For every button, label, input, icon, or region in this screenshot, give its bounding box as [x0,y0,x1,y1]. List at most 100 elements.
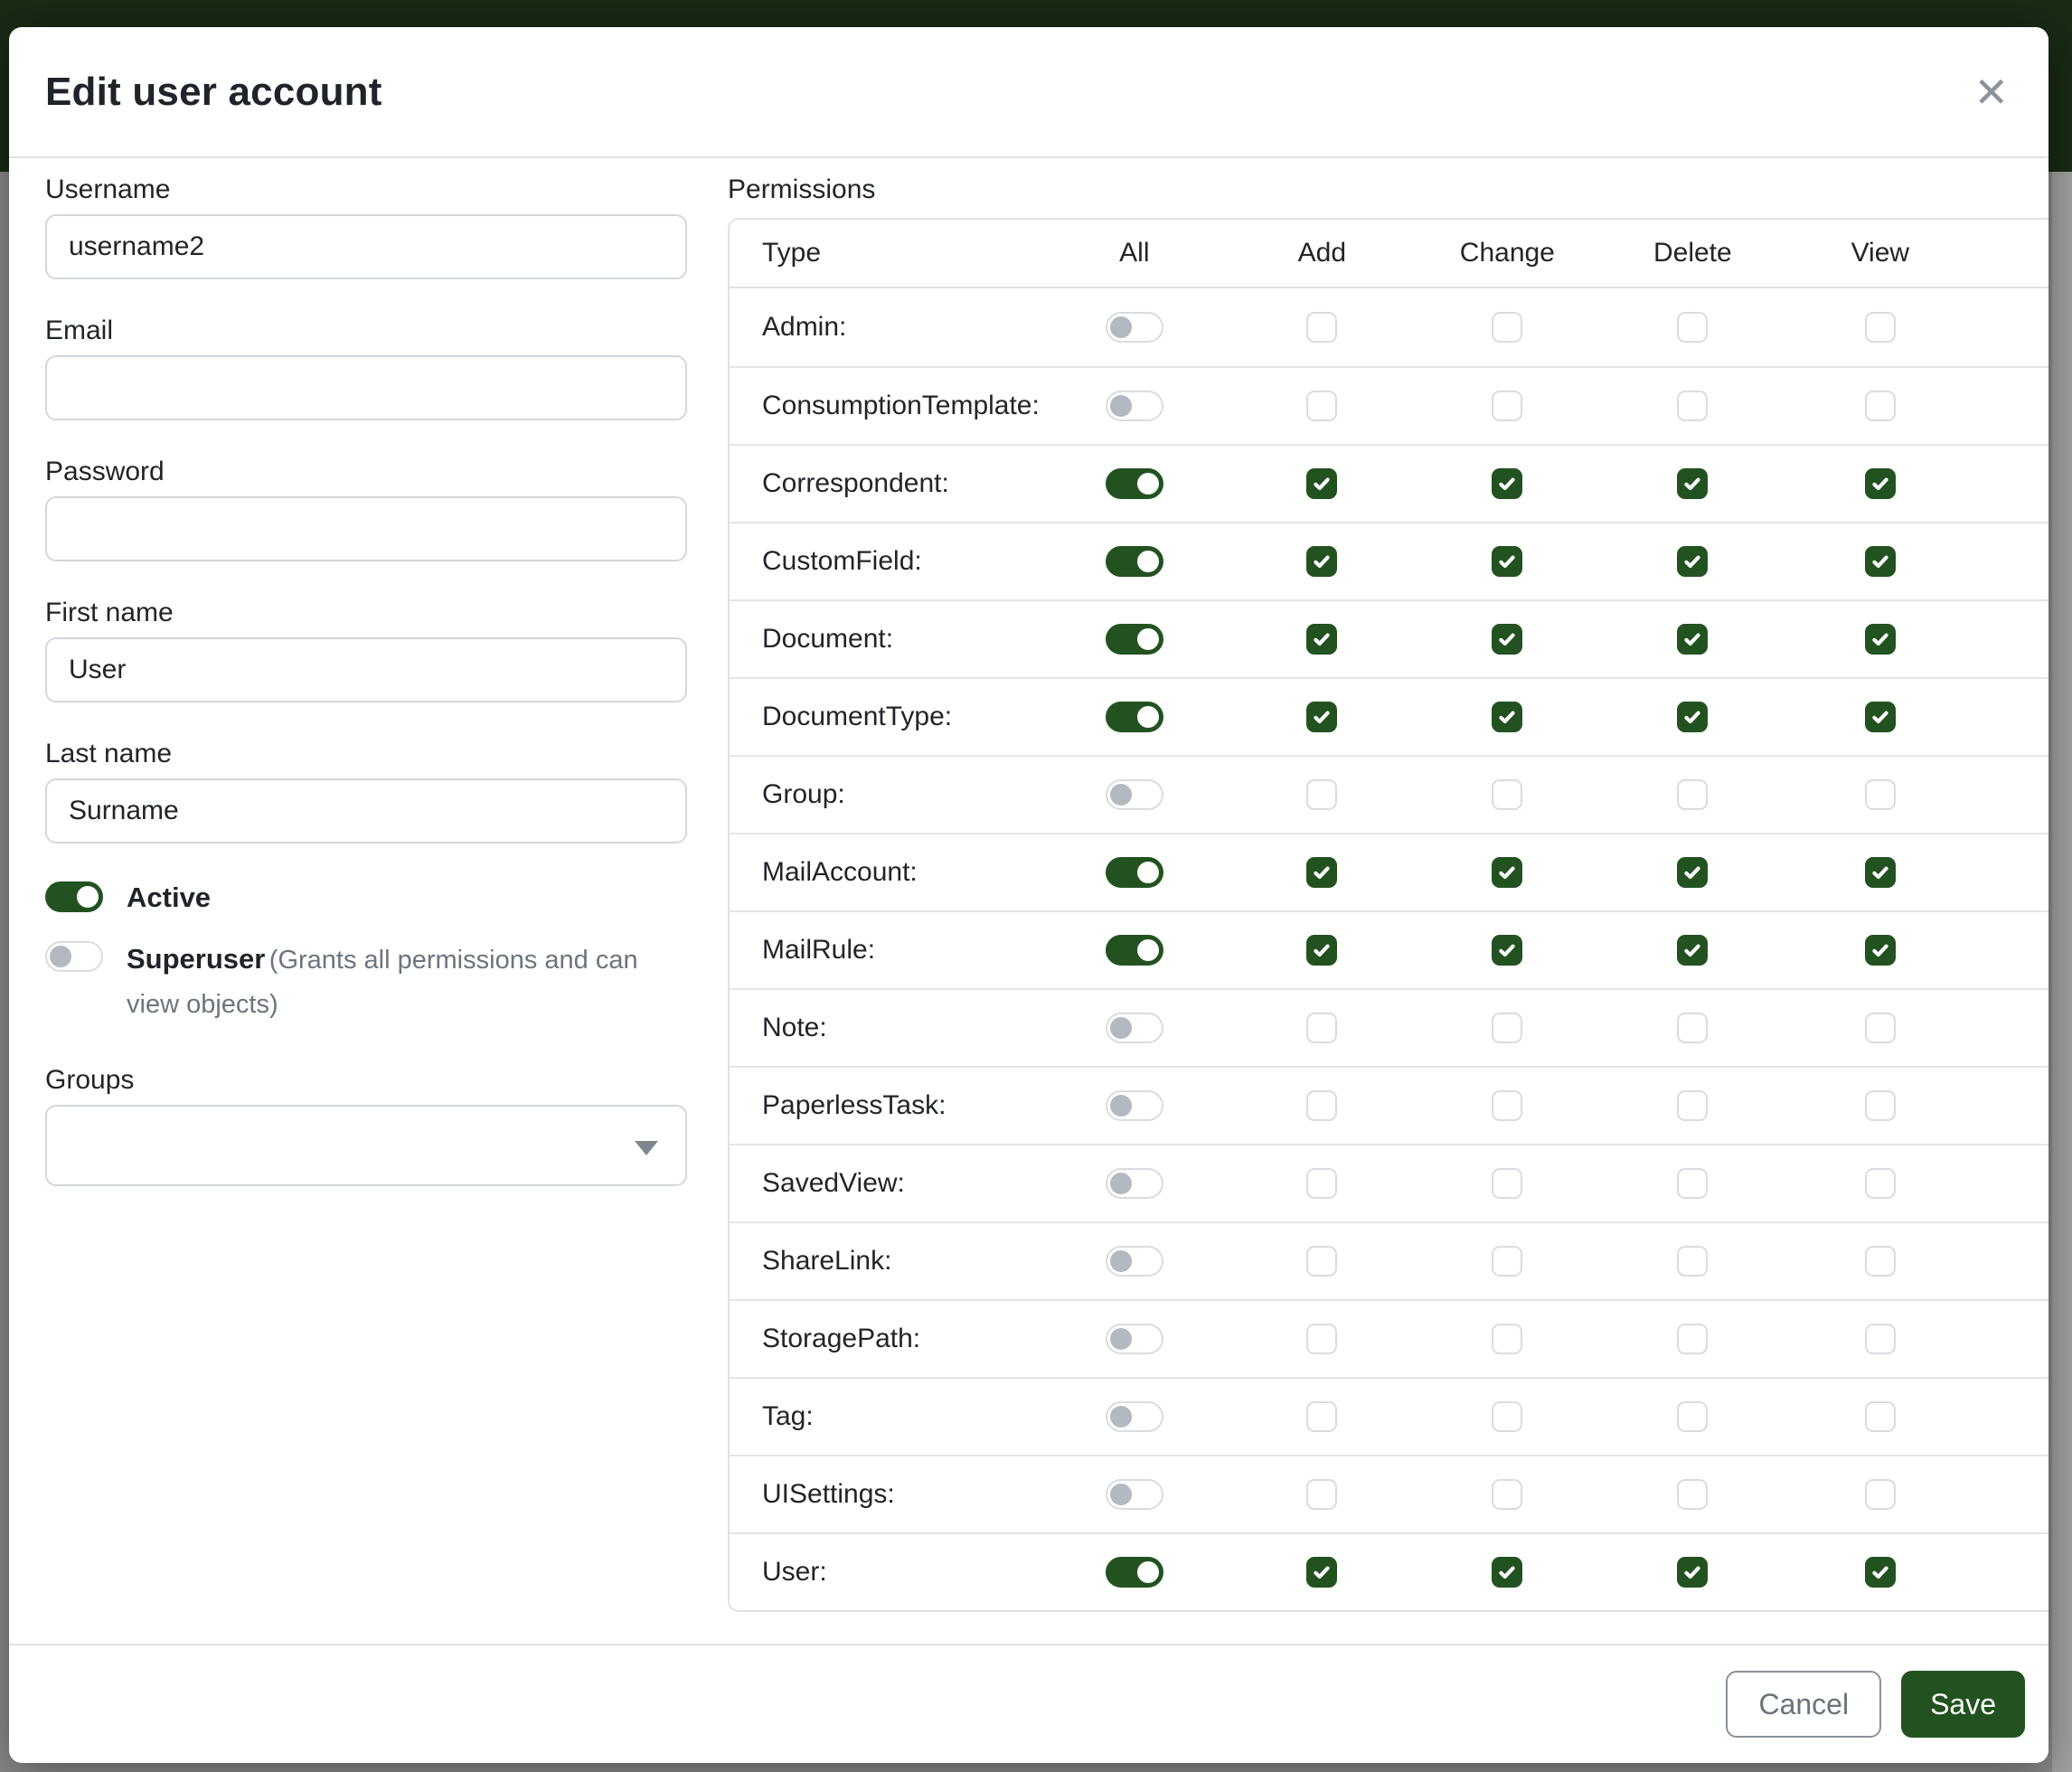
save-button[interactable]: Save [1901,1671,2025,1738]
permission-add-checkbox[interactable] [1306,624,1337,655]
permission-delete-checkbox[interactable] [1677,702,1708,732]
permission-all-toggle[interactable] [1106,312,1163,343]
permission-add-checkbox[interactable] [1306,1246,1337,1277]
permission-change-checkbox[interactable] [1492,312,1522,343]
permission-change-checkbox[interactable] [1492,391,1522,421]
permission-change-checkbox[interactable] [1492,1479,1522,1510]
permission-change-checkbox[interactable] [1492,857,1522,888]
permission-add-checkbox[interactable] [1306,1324,1337,1354]
permission-add-checkbox[interactable] [1306,468,1337,499]
permission-view-checkbox[interactable] [1865,1479,1896,1510]
permission-view-checkbox[interactable] [1865,1324,1896,1354]
permission-change-checkbox[interactable] [1492,468,1522,499]
permission-change-checkbox[interactable] [1492,1168,1522,1199]
permission-all-toggle[interactable] [1106,391,1163,421]
permission-view-checkbox[interactable] [1865,1090,1896,1121]
cancel-button[interactable]: Cancel [1726,1671,1881,1738]
permission-delete-checkbox[interactable] [1677,312,1708,343]
permission-view-checkbox[interactable] [1865,624,1896,655]
permission-change-checkbox[interactable] [1492,1246,1522,1277]
active-toggle[interactable] [45,881,103,912]
permission-view-checkbox[interactable] [1865,546,1896,577]
permission-add-checkbox[interactable] [1306,1168,1337,1199]
permission-view-checkbox[interactable] [1865,391,1896,421]
permission-view-checkbox[interactable] [1865,468,1896,499]
permission-add-checkbox[interactable] [1306,312,1337,343]
permission-change-checkbox[interactable] [1492,1401,1522,1432]
permission-add-checkbox[interactable] [1306,702,1337,732]
permission-all-toggle[interactable] [1106,935,1163,966]
permission-change-checkbox[interactable] [1492,935,1522,966]
permission-all-toggle[interactable] [1106,1246,1163,1277]
permission-add-checkbox[interactable] [1306,1013,1337,1043]
permission-change-checkbox[interactable] [1492,779,1522,810]
permission-add-checkbox[interactable] [1306,546,1337,577]
last-name-input[interactable] [45,778,687,844]
first-name-input[interactable] [45,637,687,702]
permission-add-checkbox[interactable] [1306,1479,1337,1510]
permission-view-checkbox[interactable] [1865,702,1896,732]
permission-view-checkbox[interactable] [1865,935,1896,966]
permission-all-toggle[interactable] [1106,546,1163,577]
permission-all-toggle[interactable] [1106,1557,1163,1588]
permission-add-checkbox[interactable] [1306,935,1337,966]
permission-delete-checkbox[interactable] [1677,935,1708,966]
permission-view-checkbox[interactable] [1865,1246,1896,1277]
permission-delete-checkbox[interactable] [1677,624,1708,655]
permission-add-checkbox[interactable] [1306,779,1337,810]
permission-delete-checkbox[interactable] [1677,546,1708,577]
permission-add-checkbox[interactable] [1306,857,1337,888]
permission-delete-checkbox[interactable] [1677,1324,1708,1354]
permission-all-toggle[interactable] [1106,1013,1163,1043]
permission-all-toggle[interactable] [1106,468,1163,499]
permission-change-checkbox[interactable] [1492,624,1522,655]
permission-all-toggle[interactable] [1106,1479,1163,1510]
permission-delete-checkbox[interactable] [1677,779,1708,810]
permission-delete-checkbox[interactable] [1677,391,1708,421]
permission-change-checkbox[interactable] [1492,1013,1522,1043]
permission-all-toggle[interactable] [1106,857,1163,888]
page-scrollbar[interactable] [2052,172,2072,1772]
permission-delete-checkbox[interactable] [1677,1557,1708,1588]
email-input[interactable] [45,355,687,420]
permission-all-toggle[interactable] [1106,702,1163,732]
permission-change-checkbox[interactable] [1492,1090,1522,1121]
permission-view-checkbox[interactable] [1865,1168,1896,1199]
permission-type-label: DocumentType: [730,702,1040,732]
permission-delete-checkbox[interactable] [1677,1090,1708,1121]
permission-all-toggle[interactable] [1106,1090,1163,1121]
permission-view-checkbox[interactable] [1865,312,1896,343]
permission-delete-checkbox[interactable] [1677,1479,1708,1510]
close-icon[interactable]: ✕ [1964,66,2018,118]
permission-view-checkbox[interactable] [1865,1401,1896,1432]
permission-add-checkbox[interactable] [1306,1090,1337,1121]
permission-all-toggle[interactable] [1106,624,1163,655]
permission-add-checkbox[interactable] [1306,1401,1337,1432]
permission-view-checkbox[interactable] [1865,779,1896,810]
groups-field-group: Groups [45,1065,687,1186]
permission-delete-checkbox[interactable] [1677,1013,1708,1043]
permission-add-checkbox[interactable] [1306,391,1337,421]
permission-delete-checkbox[interactable] [1677,1168,1708,1199]
permission-delete-checkbox[interactable] [1677,1401,1708,1432]
password-input[interactable] [45,496,687,561]
groups-select[interactable] [45,1105,687,1186]
permission-all-toggle[interactable] [1106,779,1163,810]
permission-delete-checkbox[interactable] [1677,1246,1708,1277]
permission-all-toggle[interactable] [1106,1168,1163,1199]
permission-add-checkbox[interactable] [1306,1557,1337,1588]
permission-view-checkbox[interactable] [1865,857,1896,888]
active-row: Active [45,880,687,916]
permission-all-toggle[interactable] [1106,1401,1163,1432]
permission-view-checkbox[interactable] [1865,1013,1896,1043]
permission-delete-checkbox[interactable] [1677,857,1708,888]
superuser-toggle[interactable] [45,941,103,972]
permission-change-checkbox[interactable] [1492,702,1522,732]
permission-change-checkbox[interactable] [1492,1324,1522,1354]
username-input[interactable] [45,214,687,279]
permission-delete-checkbox[interactable] [1677,468,1708,499]
permission-view-checkbox[interactable] [1865,1557,1896,1588]
permission-change-checkbox[interactable] [1492,1557,1522,1588]
permission-change-checkbox[interactable] [1492,546,1522,577]
permission-all-toggle[interactable] [1106,1324,1163,1354]
